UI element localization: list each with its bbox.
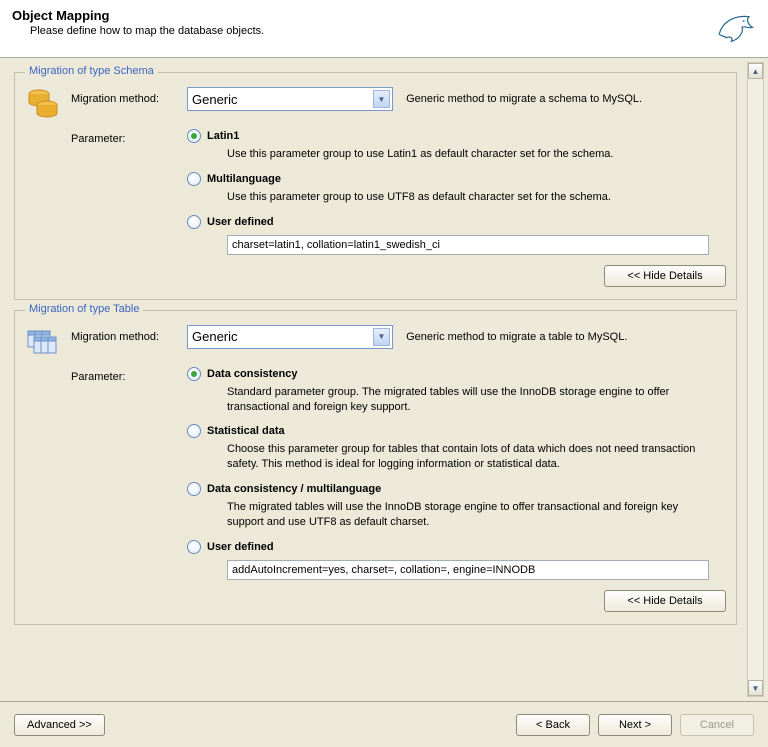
table-radio-stat[interactable] xyxy=(187,424,201,438)
group-schema: Migration of type Schema Migration metho… xyxy=(14,72,737,300)
advanced-button[interactable]: Advanced >> xyxy=(14,714,105,736)
table-stat-desc: Choose this parameter group for tables t… xyxy=(227,442,717,472)
table-icon xyxy=(25,325,59,359)
page-title: Object Mapping xyxy=(12,8,264,23)
table-radio-dc-label: Data consistency xyxy=(207,368,297,380)
table-dcml-desc: The migrated tables will use the InnoDB … xyxy=(227,500,717,530)
table-user-input[interactable] xyxy=(227,560,709,580)
table-method-label: Migration method: xyxy=(71,325,187,343)
table-radio-user-label: User defined xyxy=(207,541,274,553)
table-method-select[interactable]: Generic ▼ xyxy=(187,325,393,349)
scroll-area: Migration of type Schema Migration metho… xyxy=(8,62,747,697)
schema-user-input[interactable] xyxy=(227,235,709,255)
back-button[interactable]: < Back xyxy=(516,714,590,736)
table-method-value: Generic xyxy=(192,329,238,344)
schema-method-select[interactable]: Generic ▼ xyxy=(187,87,393,111)
vertical-scrollbar[interactable]: ▲ ▼ xyxy=(747,62,764,697)
group-table: Migration of type Table Migration method xyxy=(14,310,737,625)
chevron-down-icon: ▼ xyxy=(373,90,390,108)
chevron-down-icon: ▼ xyxy=(373,328,390,346)
table-dc-desc: Standard parameter group. The migrated t… xyxy=(227,385,717,415)
scroll-down-icon[interactable]: ▼ xyxy=(748,680,763,696)
table-radio-dcml[interactable] xyxy=(187,482,201,496)
schema-method-value: Generic xyxy=(192,92,238,107)
group-title-table: Migration of type Table xyxy=(25,303,143,315)
schema-radio-multilang[interactable] xyxy=(187,172,201,186)
scroll-up-icon[interactable]: ▲ xyxy=(748,63,763,79)
table-radio-stat-label: Statistical data xyxy=(207,425,285,437)
next-button[interactable]: Next > xyxy=(598,714,672,736)
schema-radio-user[interactable] xyxy=(187,215,201,229)
schema-radio-latin1-label: Latin1 xyxy=(207,130,239,142)
wizard-header: Object Mapping Please define how to map … xyxy=(0,0,768,58)
schema-latin1-desc: Use this parameter group to use Latin1 a… xyxy=(227,147,717,162)
wizard-footer: Advanced >> < Back Next > Cancel xyxy=(0,701,768,747)
schema-radio-user-label: User defined xyxy=(207,216,274,228)
table-hide-details-button[interactable]: << Hide Details xyxy=(604,590,726,612)
table-radio-dc[interactable] xyxy=(187,367,201,381)
schema-radio-multilang-label: Multilanguage xyxy=(207,173,281,185)
schema-multilang-desc: Use this parameter group to use UTF8 as … xyxy=(227,190,717,205)
table-param-label: Parameter: xyxy=(71,365,187,383)
mysql-dolphin-icon xyxy=(714,8,756,50)
schema-method-label: Migration method: xyxy=(71,87,187,105)
schema-method-desc: Generic method to migrate a schema to My… xyxy=(406,93,642,105)
cancel-button: Cancel xyxy=(680,714,754,736)
schema-icon xyxy=(25,87,59,121)
table-method-desc: Generic method to migrate a table to MyS… xyxy=(406,331,627,343)
group-title-schema: Migration of type Schema xyxy=(25,65,158,77)
page-subtitle: Please define how to map the database ob… xyxy=(30,25,264,37)
table-radio-user[interactable] xyxy=(187,540,201,554)
schema-param-label: Parameter: xyxy=(71,127,187,145)
schema-radio-latin1[interactable] xyxy=(187,129,201,143)
schema-hide-details-button[interactable]: << Hide Details xyxy=(604,265,726,287)
table-radio-dcml-label: Data consistency / multilanguage xyxy=(207,483,381,495)
